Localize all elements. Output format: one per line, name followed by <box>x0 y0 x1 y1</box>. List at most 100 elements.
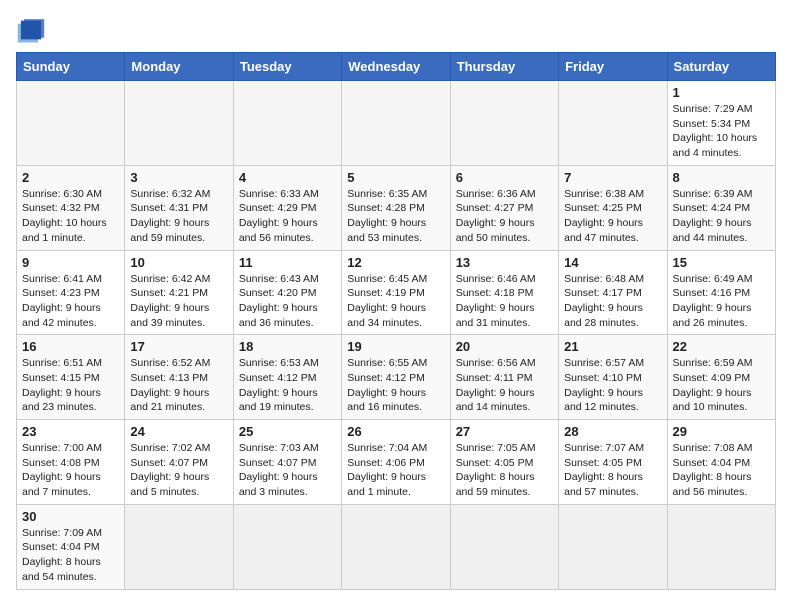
day-number: 7 <box>564 170 661 185</box>
day-number: 20 <box>456 339 553 354</box>
calendar-week-row: 1 Sunrise: 7:29 AM Sunset: 5:34 PM Daylig… <box>17 81 776 166</box>
calendar-cell: 18 Sunrise: 6:53 AM Sunset: 4:12 PM Dayli… <box>233 335 341 420</box>
calendar-cell <box>559 81 667 166</box>
calendar-cell: 6 Sunrise: 6:36 AM Sunset: 4:27 PM Daylig… <box>450 165 558 250</box>
calendar-week-row: 16 Sunrise: 6:51 AM Sunset: 4:15 PM Dayli… <box>17 335 776 420</box>
day-info: Sunrise: 6:59 AM Sunset: 4:09 PM Dayligh… <box>673 356 770 415</box>
day-info: Sunrise: 7:02 AM Sunset: 4:07 PM Dayligh… <box>130 441 227 500</box>
calendar-cell <box>450 504 558 589</box>
day-info: Sunrise: 6:53 AM Sunset: 4:12 PM Dayligh… <box>239 356 336 415</box>
calendar-cell: 1 Sunrise: 7:29 AM Sunset: 5:34 PM Daylig… <box>667 81 775 166</box>
calendar-cell <box>17 81 125 166</box>
calendar-cell: 16 Sunrise: 6:51 AM Sunset: 4:15 PM Dayli… <box>17 335 125 420</box>
day-number: 25 <box>239 424 336 439</box>
day-number: 9 <box>22 255 119 270</box>
day-info: Sunrise: 6:42 AM Sunset: 4:21 PM Dayligh… <box>130 272 227 331</box>
day-info: Sunrise: 6:36 AM Sunset: 4:27 PM Dayligh… <box>456 187 553 246</box>
calendar-cell: 10 Sunrise: 6:42 AM Sunset: 4:21 PM Dayli… <box>125 250 233 335</box>
calendar-cell: 23Sunrise: 7:00 AM Sunset: 4:08 PM Dayli… <box>17 420 125 505</box>
day-info: Sunrise: 6:49 AM Sunset: 4:16 PM Dayligh… <box>673 272 770 331</box>
calendar-cell: 9 Sunrise: 6:41 AM Sunset: 4:23 PM Daylig… <box>17 250 125 335</box>
day-info: Sunrise: 7:03 AM Sunset: 4:07 PM Dayligh… <box>239 441 336 500</box>
calendar-cell <box>667 504 775 589</box>
calendar-cell <box>450 81 558 166</box>
day-info: Sunrise: 7:08 AM Sunset: 4:04 PM Dayligh… <box>673 441 770 500</box>
calendar-cell: 30 Sunrise: 7:09 AM Sunset: 4:04 PM Dayli… <box>17 504 125 589</box>
calendar-cell: 25 Sunrise: 7:03 AM Sunset: 4:07 PM Dayli… <box>233 420 341 505</box>
day-number: 23 <box>22 424 119 439</box>
day-number: 24 <box>130 424 227 439</box>
calendar-week-row: 2Sunrise: 6:30 AM Sunset: 4:32 PM Daylig… <box>17 165 776 250</box>
calendar-cell: 19 Sunrise: 6:55 AM Sunset: 4:12 PM Dayli… <box>342 335 450 420</box>
calendar-body: 1 Sunrise: 7:29 AM Sunset: 5:34 PM Daylig… <box>17 81 776 590</box>
weekday-header-sunday: Sunday <box>17 53 125 81</box>
day-info: Sunrise: 6:45 AM Sunset: 4:19 PM Dayligh… <box>347 272 444 331</box>
day-info: Sunrise: 6:32 AM Sunset: 4:31 PM Dayligh… <box>130 187 227 246</box>
calendar-cell: 24 Sunrise: 7:02 AM Sunset: 4:07 PM Dayli… <box>125 420 233 505</box>
day-number: 14 <box>564 255 661 270</box>
day-number: 6 <box>456 170 553 185</box>
calendar-cell: 20Sunrise: 6:56 AM Sunset: 4:11 PM Dayli… <box>450 335 558 420</box>
day-number: 3 <box>130 170 227 185</box>
day-number: 18 <box>239 339 336 354</box>
calendar-cell: 13 Sunrise: 6:46 AM Sunset: 4:18 PM Dayli… <box>450 250 558 335</box>
calendar-cell <box>342 504 450 589</box>
day-info: Sunrise: 7:04 AM Sunset: 4:06 PM Dayligh… <box>347 441 444 500</box>
day-number: 17 <box>130 339 227 354</box>
calendar-header: SundayMondayTuesdayWednesdayThursdayFrid… <box>17 53 776 81</box>
day-info: Sunrise: 6:51 AM Sunset: 4:15 PM Dayligh… <box>22 356 119 415</box>
calendar-cell: 8Sunrise: 6:39 AM Sunset: 4:24 PM Daylig… <box>667 165 775 250</box>
calendar-cell <box>233 504 341 589</box>
calendar-cell: 4 Sunrise: 6:33 AM Sunset: 4:29 PM Daylig… <box>233 165 341 250</box>
day-info: Sunrise: 7:05 AM Sunset: 4:05 PM Dayligh… <box>456 441 553 500</box>
weekday-header-row: SundayMondayTuesdayWednesdayThursdayFrid… <box>17 53 776 81</box>
day-number: 12 <box>347 255 444 270</box>
day-info: Sunrise: 6:33 AM Sunset: 4:29 PM Dayligh… <box>239 187 336 246</box>
day-number: 29 <box>673 424 770 439</box>
day-number: 26 <box>347 424 444 439</box>
calendar-cell: 2Sunrise: 6:30 AM Sunset: 4:32 PM Daylig… <box>17 165 125 250</box>
day-number: 22 <box>673 339 770 354</box>
header <box>16 16 776 44</box>
weekday-header-wednesday: Wednesday <box>342 53 450 81</box>
calendar-cell: 7 Sunrise: 6:38 AM Sunset: 4:25 PM Daylig… <box>559 165 667 250</box>
calendar-cell: 26 Sunrise: 7:04 AM Sunset: 4:06 PM Dayli… <box>342 420 450 505</box>
day-number: 4 <box>239 170 336 185</box>
day-info: Sunrise: 6:46 AM Sunset: 4:18 PM Dayligh… <box>456 272 553 331</box>
weekday-header-saturday: Saturday <box>667 53 775 81</box>
day-info: Sunrise: 6:41 AM Sunset: 4:23 PM Dayligh… <box>22 272 119 331</box>
calendar-cell: 27 Sunrise: 7:05 AM Sunset: 4:05 PM Dayli… <box>450 420 558 505</box>
day-number: 13 <box>456 255 553 270</box>
day-info: Sunrise: 6:38 AM Sunset: 4:25 PM Dayligh… <box>564 187 661 246</box>
calendar-week-row: 9 Sunrise: 6:41 AM Sunset: 4:23 PM Daylig… <box>17 250 776 335</box>
calendar-cell: 14 Sunrise: 6:48 AM Sunset: 4:17 PM Dayli… <box>559 250 667 335</box>
calendar-cell: 29 Sunrise: 7:08 AM Sunset: 4:04 PM Dayli… <box>667 420 775 505</box>
day-number: 10 <box>130 255 227 270</box>
weekday-header-tuesday: Tuesday <box>233 53 341 81</box>
day-number: 19 <box>347 339 444 354</box>
day-number: 11 <box>239 255 336 270</box>
calendar-cell: 5Sunrise: 6:35 AM Sunset: 4:28 PM Daylig… <box>342 165 450 250</box>
day-info: Sunrise: 7:09 AM Sunset: 4:04 PM Dayligh… <box>22 526 119 585</box>
calendar-cell <box>125 504 233 589</box>
day-number: 27 <box>456 424 553 439</box>
calendar-cell: 21Sunrise: 6:57 AM Sunset: 4:10 PM Dayli… <box>559 335 667 420</box>
logo <box>16 16 50 44</box>
day-number: 30 <box>22 509 119 524</box>
day-number: 1 <box>673 85 770 100</box>
calendar-cell <box>559 504 667 589</box>
calendar-cell <box>125 81 233 166</box>
calendar-cell: 3 Sunrise: 6:32 AM Sunset: 4:31 PM Daylig… <box>125 165 233 250</box>
day-number: 8 <box>673 170 770 185</box>
day-info: Sunrise: 7:07 AM Sunset: 4:05 PM Dayligh… <box>564 441 661 500</box>
day-info: Sunrise: 6:48 AM Sunset: 4:17 PM Dayligh… <box>564 272 661 331</box>
calendar-cell: 11Sunrise: 6:43 AM Sunset: 4:20 PM Dayli… <box>233 250 341 335</box>
weekday-header-friday: Friday <box>559 53 667 81</box>
day-number: 16 <box>22 339 119 354</box>
day-info: Sunrise: 7:29 AM Sunset: 5:34 PM Dayligh… <box>673 102 770 161</box>
weekday-header-monday: Monday <box>125 53 233 81</box>
day-info: Sunrise: 6:55 AM Sunset: 4:12 PM Dayligh… <box>347 356 444 415</box>
day-number: 2 <box>22 170 119 185</box>
day-number: 5 <box>347 170 444 185</box>
day-info: Sunrise: 6:57 AM Sunset: 4:10 PM Dayligh… <box>564 356 661 415</box>
